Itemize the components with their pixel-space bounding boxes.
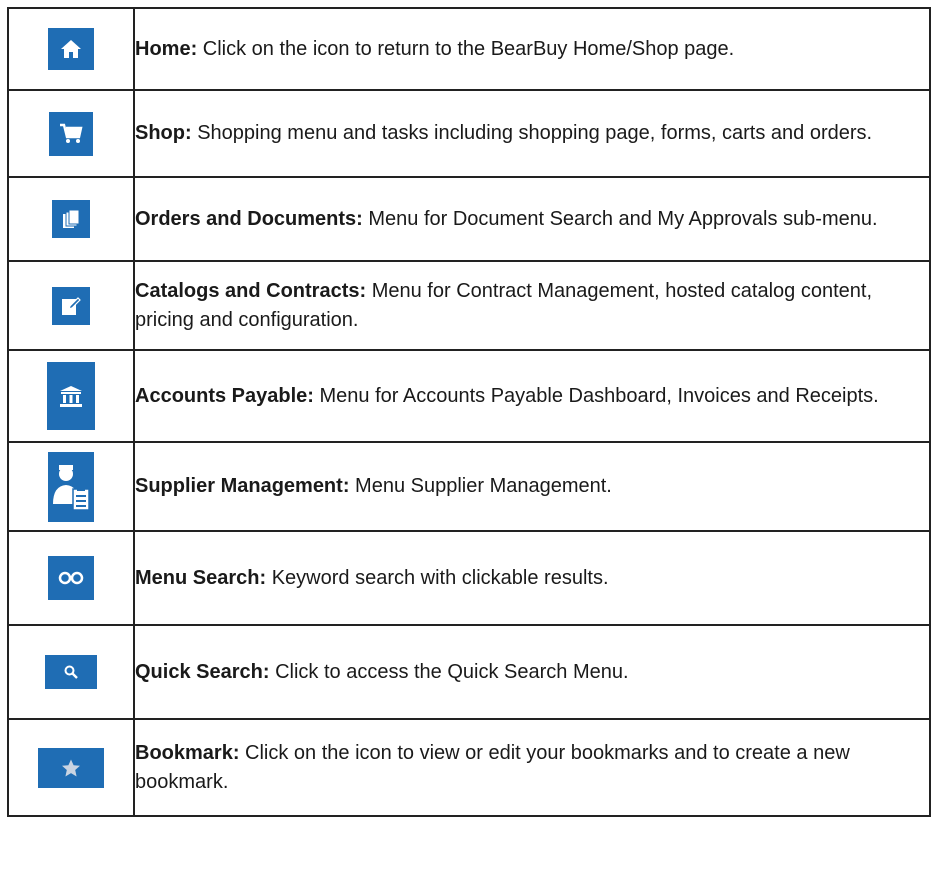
table-row: Supplier Management: Menu Supplier Manag…	[7, 441, 931, 532]
table-row: Shop: Shopping menu and tasks including …	[7, 89, 931, 178]
row-term: Orders and Documents:	[135, 207, 363, 230]
row-term: Menu Search:	[135, 566, 267, 589]
table-row: Orders and Documents: Menu for Document …	[7, 176, 931, 262]
home-icon[interactable]	[48, 28, 94, 70]
row-description: Click to access the Quick Search Menu.	[269, 660, 629, 683]
row-description: Keyword search with clickable results.	[266, 566, 609, 589]
row-term: Quick Search:	[135, 660, 270, 683]
row-description: Menu for Document Search and My Approval…	[362, 207, 878, 230]
documents-icon[interactable]	[52, 200, 90, 238]
row-term: Accounts Payable:	[135, 384, 314, 407]
table-row: Accounts Payable: Menu for Accounts Paya…	[7, 349, 931, 443]
binoculars-icon[interactable]	[48, 556, 94, 600]
supplier-icon[interactable]	[48, 451, 94, 522]
star-icon[interactable]	[38, 747, 104, 788]
bank-icon[interactable]	[47, 362, 95, 430]
row-description: Menu Supplier Management.	[349, 475, 612, 497]
edit-document-icon[interactable]	[52, 286, 90, 325]
table-row: Catalogs and Contracts: Menu for Contrac…	[7, 260, 931, 351]
table-row: Quick Search: Click to access the Quick …	[7, 624, 931, 720]
row-term: Shop:	[135, 122, 192, 144]
row-term: Bookmark:	[135, 741, 240, 764]
row-description: Menu for Accounts Payable Dashboard, Inv…	[313, 384, 879, 407]
table-row: Home: Click on the icon to return to the…	[7, 7, 931, 91]
cart-icon[interactable]	[49, 111, 93, 156]
search-icon[interactable]	[45, 655, 97, 689]
row-term: Home:	[135, 37, 198, 60]
row-description: Shopping menu and tasks including shoppi…	[191, 122, 873, 144]
row-description: Click on the icon to view or edit your b…	[135, 741, 850, 793]
row-term: Catalogs and Contracts:	[135, 279, 367, 302]
table-row: Bookmark: Click on the icon to view or e…	[7, 718, 931, 817]
row-description: Click on the icon to return to the BearB…	[197, 37, 735, 60]
row-term: Supplier Management:	[135, 475, 350, 497]
icon-legend-table: Home: Click on the icon to return to the…	[7, 7, 931, 817]
table-row: Menu Search: Keyword search with clickab…	[7, 530, 931, 626]
